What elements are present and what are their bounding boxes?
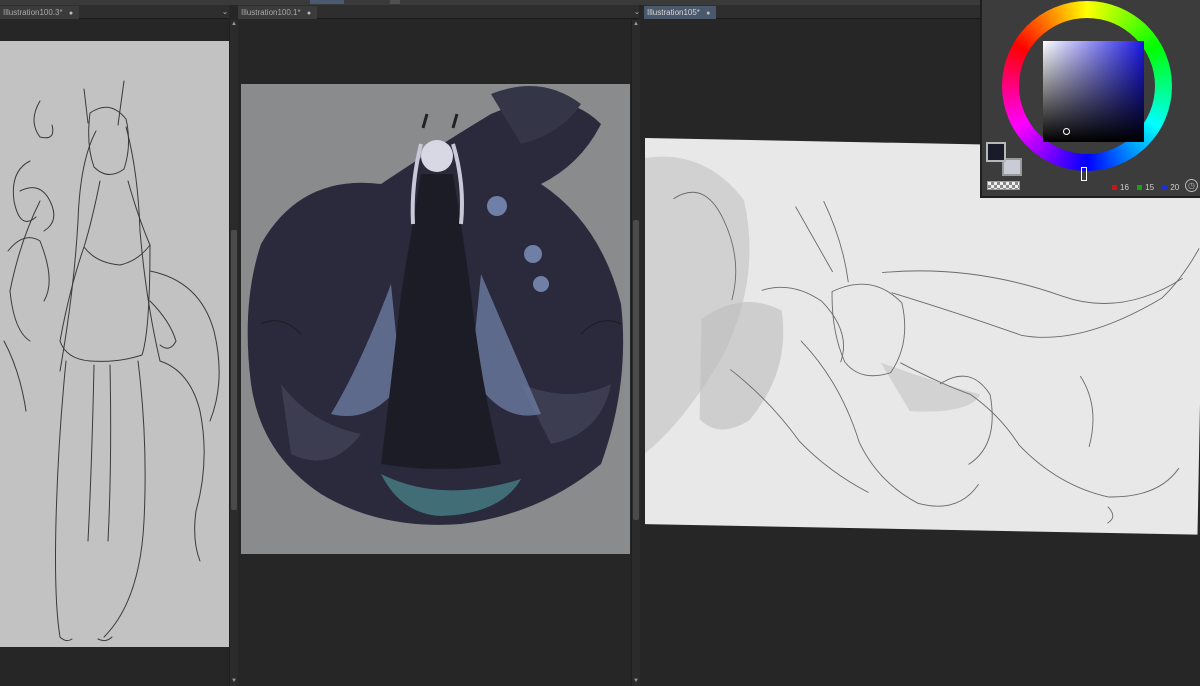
blue-value: 20 bbox=[1170, 183, 1180, 192]
pane-menu-chevron-icon[interactable]: ⌄ bbox=[219, 5, 231, 18]
red-channel-chip bbox=[1112, 184, 1117, 190]
close-tab-icon[interactable]: ● bbox=[69, 10, 73, 17]
toolbar-button[interactable] bbox=[390, 0, 400, 4]
canvas-sketch-standing[interactable] bbox=[0, 41, 229, 647]
sv-cursor[interactable] bbox=[1063, 128, 1070, 135]
document-tab-label: Illustration100.3* bbox=[3, 8, 63, 17]
scroll-thumb[interactable] bbox=[231, 230, 237, 510]
rgb-readout: 16 15 20 bbox=[1112, 183, 1185, 193]
blue-channel-chip bbox=[1162, 184, 1168, 190]
main-color-swatch[interactable] bbox=[986, 142, 1006, 162]
document-tab-label: Illustration100.1* bbox=[241, 8, 301, 17]
tabbar-pane-2: Illustration100.1* ● bbox=[238, 5, 639, 19]
transparent-color-swatch[interactable] bbox=[987, 181, 1020, 190]
scroll-down-icon[interactable]: ▼ bbox=[632, 677, 640, 686]
close-tab-icon[interactable]: ● bbox=[307, 10, 311, 17]
close-tab-icon[interactable]: ● bbox=[706, 10, 710, 17]
document-tab-1[interactable]: Illustration100.3* ● bbox=[0, 6, 80, 19]
toolbar-active-tool[interactable] bbox=[310, 0, 344, 4]
clip-studio-window: Illustration100.3* ● ⌄ ▲ ▼ Illustration1… bbox=[0, 0, 1200, 686]
document-pane-1[interactable] bbox=[0, 20, 229, 686]
scrollbar-pane-2[interactable]: ▲ ▼ bbox=[631, 20, 640, 686]
tabbar-pane-1: Illustration100.3* ● bbox=[0, 5, 229, 19]
scroll-up-icon[interactable]: ▲ bbox=[230, 20, 238, 29]
hue-marker[interactable] bbox=[1081, 167, 1087, 181]
green-channel-chip bbox=[1137, 184, 1143, 190]
scroll-up-icon[interactable]: ▲ bbox=[632, 20, 640, 29]
document-tab-3[interactable]: Illustration105* ● bbox=[644, 6, 717, 19]
lineart-figure bbox=[3, 80, 220, 642]
red-value: 16 bbox=[1120, 183, 1129, 192]
saturation-value-square[interactable] bbox=[1043, 41, 1144, 142]
scroll-thumb[interactable] bbox=[633, 220, 639, 520]
document-tab-2[interactable]: Illustration100.1* ● bbox=[238, 6, 318, 19]
color-mode-toggle-icon[interactable]: ◷ bbox=[1185, 179, 1198, 192]
painting-dark-figure bbox=[247, 86, 624, 525]
tabbar-pane-3: Illustration105* ● bbox=[644, 5, 980, 19]
document-pane-2[interactable] bbox=[240, 20, 631, 686]
green-value: 15 bbox=[1145, 183, 1155, 192]
color-wheel-panel: 16 15 20 ◷ bbox=[980, 0, 1200, 198]
scrollbar-pane-1[interactable]: ▲ ▼ bbox=[229, 20, 238, 686]
document-tab-label: Illustration105* bbox=[647, 8, 700, 17]
canvas-painted-character[interactable] bbox=[241, 84, 630, 554]
scroll-down-icon[interactable]: ▼ bbox=[230, 677, 238, 686]
pane-menu-chevron-icon[interactable]: ⌄ bbox=[631, 5, 643, 18]
